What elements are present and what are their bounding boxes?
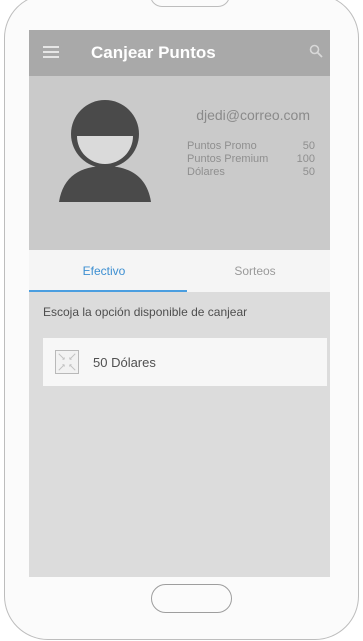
user-email: djedi@correo.com xyxy=(196,107,310,123)
app-bar: Canjear Puntos xyxy=(29,30,330,76)
option-label: 50 Dólares xyxy=(93,355,156,370)
points-summary: Puntos Promo 50 Puntos Premium 100 Dólar… xyxy=(187,140,315,179)
hamburger-menu-icon[interactable] xyxy=(43,46,59,60)
stat-value: 100 xyxy=(296,153,315,165)
stat-value: 50 xyxy=(302,140,315,152)
user-avatar-icon xyxy=(59,100,151,202)
stat-row-puntos-promo: Puntos Promo 50 xyxy=(187,140,315,153)
redeem-option-card[interactable]: 50 Dólares xyxy=(43,338,327,386)
instruction-text: Escoja la opción disponible de canjear xyxy=(43,305,248,319)
app-screen: Canjear Puntos djedi@correo.com Puntos P… xyxy=(29,30,330,577)
search-icon[interactable] xyxy=(309,44,323,58)
stat-label: Puntos Premium xyxy=(187,153,269,165)
stat-label: Puntos Promo xyxy=(187,140,257,152)
stat-row-puntos-premium: Puntos Premium 100 xyxy=(187,153,315,166)
stat-label: Dólares xyxy=(187,166,225,178)
image-placeholder-icon xyxy=(55,350,79,374)
tab-sorteos[interactable]: Sorteos xyxy=(180,250,330,292)
profile-header: djedi@correo.com Puntos Promo 50 Puntos … xyxy=(29,76,330,250)
page-title: Canjear Puntos xyxy=(91,43,216,62)
phone-speaker xyxy=(150,0,230,7)
home-button[interactable] xyxy=(151,584,232,613)
active-tab-indicator xyxy=(29,290,187,292)
stat-row-dolares: Dólares 50 xyxy=(187,166,315,179)
stat-value: 50 xyxy=(302,166,315,178)
tab-bar: Efectivo Sorteos xyxy=(29,250,330,292)
tab-efectivo[interactable]: Efectivo xyxy=(29,250,179,292)
